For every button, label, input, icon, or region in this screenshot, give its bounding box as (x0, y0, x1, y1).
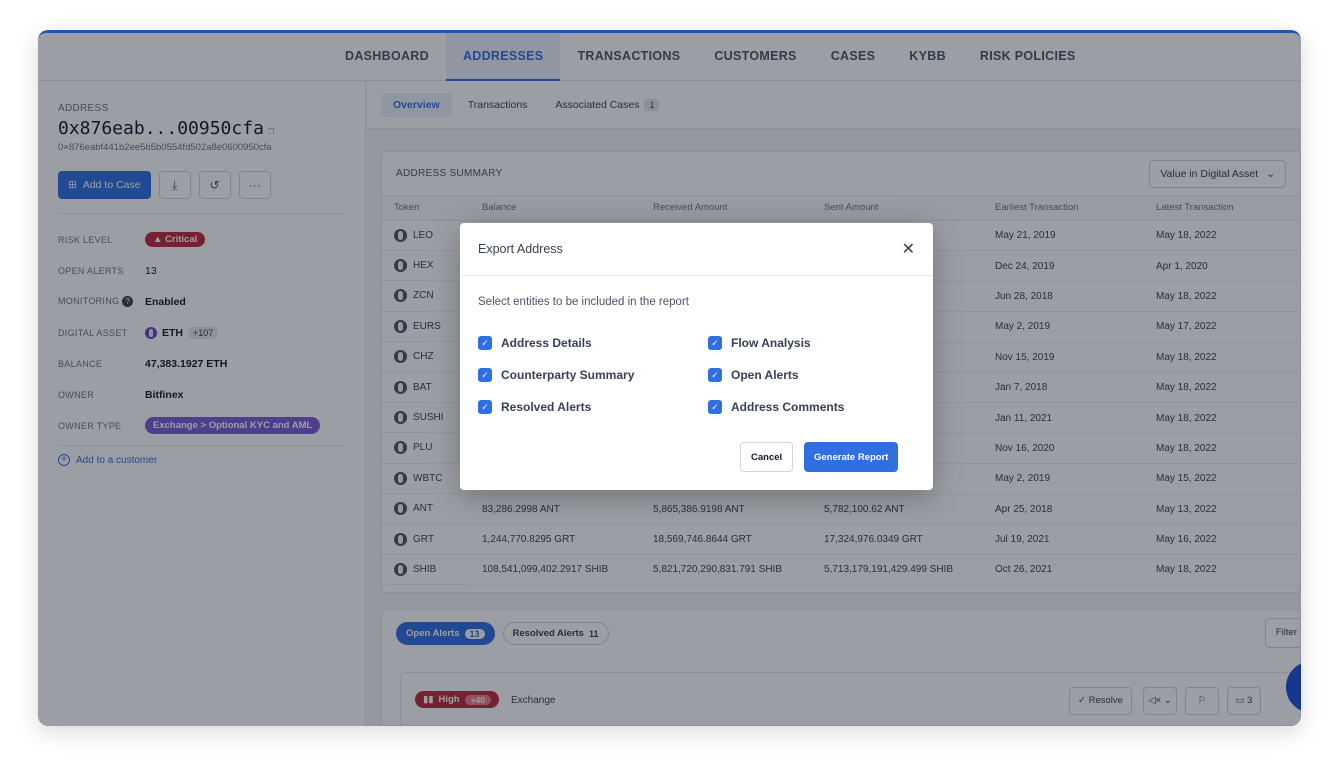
checkbox-checked-icon[interactable]: ✓ (708, 400, 722, 414)
modal-title: Export Address (478, 242, 563, 256)
option-open-alerts[interactable]: ✓ Open Alerts (708, 368, 799, 382)
checkbox-checked-icon[interactable]: ✓ (708, 368, 722, 382)
checkbox-checked-icon[interactable]: ✓ (478, 400, 492, 414)
option-address-details[interactable]: ✓ Address Details (478, 336, 592, 350)
cancel-button[interactable]: Cancel (740, 442, 794, 472)
checkbox-checked-icon[interactable]: ✓ (478, 368, 492, 382)
generate-report-button[interactable]: Generate Report (804, 442, 899, 472)
checkbox-checked-icon[interactable]: ✓ (708, 336, 722, 350)
option-flow-analysis[interactable]: ✓ Flow Analysis (708, 336, 811, 350)
modal-description: Select entities to be included in the re… (478, 296, 689, 308)
option-counterparty-summary[interactable]: ✓ Counterparty Summary (478, 368, 634, 382)
export-address-modal: Export Address ✕ Select entities to be i… (460, 223, 933, 490)
option-address-comments[interactable]: ✓ Address Comments (708, 400, 844, 414)
close-icon[interactable]: ✕ (902, 239, 915, 259)
app-window: DASHBOARD ADDRESSES TRANSACTIONS CUSTOME… (38, 30, 1301, 726)
option-resolved-alerts[interactable]: ✓ Resolved Alerts (478, 400, 591, 414)
checkbox-checked-icon[interactable]: ✓ (478, 336, 492, 350)
